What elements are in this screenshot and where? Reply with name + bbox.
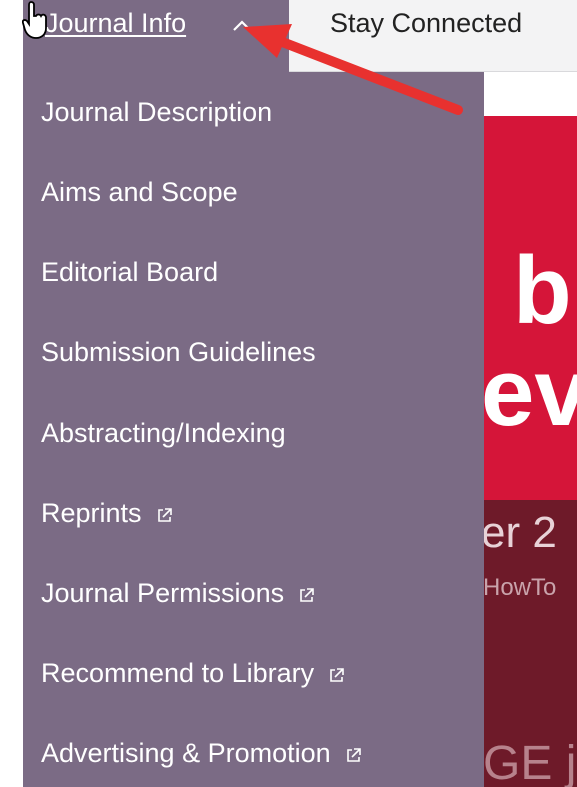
external-link-icon	[300, 588, 314, 602]
nav-bar: Stay Connected	[289, 0, 577, 72]
hero-footer-fragment: GE jo	[483, 737, 577, 787]
chevron-up-icon[interactable]	[231, 17, 253, 33]
menu-item-label: Journal Description	[41, 97, 273, 127]
menu-item-label: Recommend to Library	[41, 658, 315, 688]
menu-item-label: Submission Guidelines	[41, 337, 316, 367]
menu-item-reprints[interactable]: Reprints	[41, 498, 173, 529]
menu-item-editorial-board[interactable]: Editorial Board	[41, 257, 218, 288]
menu-item-label: Abstracting/Indexing	[41, 418, 286, 448]
menu-item-label: Journal Permissions	[41, 578, 285, 608]
external-link-icon	[330, 668, 344, 682]
hero-headline-fragment: b	[513, 237, 572, 344]
menu-item-advertising-promotion[interactable]: Advertising & Promotion	[41, 738, 362, 769]
menu-item-label: Advertising & Promotion	[41, 738, 331, 768]
menu-item-abstracting-indexing[interactable]: Abstracting/Indexing	[41, 418, 286, 449]
nav-tab-journal-info-label[interactable]: Journal Info	[45, 8, 186, 39]
external-link-icon	[157, 508, 172, 522]
menu-item-submission-guidelines[interactable]: Submission Guidelines	[41, 337, 316, 368]
journal-info-dropdown: Journal Description Aims and Scope Edito…	[23, 72, 484, 787]
hero-date-fragment: er 2	[483, 508, 557, 557]
left-gutter	[0, 0, 23, 787]
menu-item-label: Aims and Scope	[41, 177, 238, 207]
hero-banner[interactable]: b ev er 2 HowTo GE jo	[483, 116, 577, 787]
external-link-icon	[346, 748, 361, 762]
menu-item-journal-permissions[interactable]: Journal Permissions	[41, 578, 315, 609]
hero-subtitle-fragment: HowTo	[483, 574, 557, 601]
menu-item-label: Editorial Board	[41, 257, 219, 287]
menu-item-label: Reprints	[41, 498, 142, 528]
hand-cursor-icon	[22, 1, 47, 39]
menu-item-recommend-to-library[interactable]: Recommend to Library	[41, 658, 345, 689]
hero-headline-fragment: ev	[483, 339, 577, 446]
nav-tab-journal-info[interactable]: Journal Info	[23, 0, 289, 72]
menu-item-journal-description[interactable]: Journal Description	[41, 97, 272, 128]
nav-tab-stay-connected[interactable]: Stay Connected	[330, 8, 522, 39]
menu-item-aims-and-scope[interactable]: Aims and Scope	[41, 177, 238, 208]
